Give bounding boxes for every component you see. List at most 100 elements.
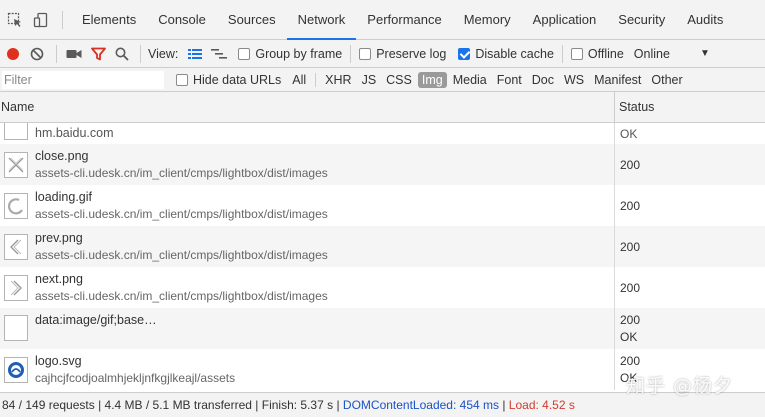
table-row[interactable]: data:image/gif;base… 200 OK	[0, 308, 765, 349]
large-rows-toggle[interactable]	[184, 41, 206, 67]
summary-separator: |	[251, 398, 262, 412]
filter-type-manifest[interactable]: Manifest	[590, 72, 645, 88]
table-row[interactable]: next.png assets-cli.udesk.cn/im_client/c…	[0, 267, 765, 308]
hide-data-urls-label: Hide data URLs	[193, 72, 282, 87]
toolbar-divider	[561, 44, 563, 63]
close-image-icon	[4, 151, 28, 178]
summary-separator: |	[94, 398, 105, 412]
clear-icon	[30, 47, 44, 60]
request-path: assets-cli.udesk.cn/im_client/cmps/light…	[35, 165, 328, 180]
filter-type-other[interactable]: Other	[647, 72, 686, 88]
group-by-frame-checkbox[interactable]	[238, 47, 251, 60]
filter-type-ws[interactable]: WS	[560, 72, 588, 88]
toolbar-divider	[350, 44, 352, 63]
tab-console[interactable]: Console	[147, 0, 217, 40]
request-name: logo.svg	[35, 353, 82, 368]
filter-type-font[interactable]: Font	[493, 72, 526, 88]
toolbar-divider	[315, 72, 317, 87]
filter-toggle-button[interactable]	[85, 41, 111, 67]
record-icon	[7, 47, 19, 60]
requests-count: 84 / 149 requests	[2, 398, 95, 412]
tab-sources[interactable]: Sources	[217, 0, 287, 40]
request-name: data:image/gif;base…	[35, 313, 157, 327]
disable-cache-checkbox[interactable]	[458, 47, 471, 60]
device-toolbar-icon[interactable]	[28, 7, 54, 33]
capture-screenshots-button[interactable]	[63, 41, 85, 67]
dom-content-loaded-time: DOMContentLoaded: 454 ms	[342, 398, 499, 412]
column-header-status[interactable]: Status	[614, 91, 654, 123]
finish-time: Finish: 5.37 s	[261, 398, 334, 412]
request-status: 200	[620, 198, 641, 213]
blank-image-icon	[4, 123, 28, 140]
request-name: loading.gif	[35, 189, 92, 204]
network-toolbar: View: Group by frame Preserve log Disabl…	[0, 40, 765, 68]
toolbar-divider	[56, 44, 57, 63]
request-status: 200	[620, 239, 641, 254]
request-name: prev.png	[35, 230, 83, 245]
request-path: assets-cli.udesk.cn/im_client/cmps/light…	[35, 288, 328, 303]
loading-image-icon	[4, 192, 28, 219]
request-path: assets-cli.udesk.cn/im_client/cmps/light…	[35, 247, 328, 262]
filter-type-all[interactable]: All	[288, 72, 310, 88]
request-status: OK	[620, 126, 638, 141]
filter-funnel-icon	[90, 47, 106, 60]
search-icon	[115, 47, 129, 61]
request-status: 200	[620, 280, 641, 295]
toolbar-divider	[140, 44, 141, 63]
table-row[interactable]: hm.baidu.com OK	[0, 123, 765, 144]
chevron-down-icon: ▼	[699, 48, 710, 59]
tab-performance[interactable]: Performance	[356, 0, 452, 40]
group-by-frame-label: Group by frame	[255, 46, 343, 61]
transferred-size: 4.4 MB / 5.1 MB transferred	[104, 398, 252, 412]
waterfall-icon	[211, 48, 228, 59]
preserve-log-checkbox[interactable]	[359, 47, 372, 60]
request-name: next.png	[35, 271, 83, 286]
offline-label: Offline	[587, 46, 624, 61]
tab-elements[interactable]: Elements	[71, 0, 147, 40]
request-name: hm.baidu.com	[35, 126, 114, 140]
tab-network[interactable]: Network	[286, 0, 357, 40]
watermark: 知乎 @杨夕	[626, 375, 734, 397]
clear-button[interactable]	[24, 41, 50, 67]
filter-type-xhr[interactable]: XHR	[321, 72, 355, 88]
throttling-value: Online	[633, 46, 670, 61]
tab-application[interactable]: Application	[522, 0, 608, 40]
blank-image-icon	[4, 315, 28, 341]
record-button[interactable]	[2, 41, 24, 67]
table-row[interactable]: close.png assets-cli.udesk.cn/im_client/…	[0, 144, 765, 185]
overview-toggle[interactable]	[206, 41, 232, 67]
table-row[interactable]: prev.png assets-cli.udesk.cn/im_client/c…	[0, 226, 765, 267]
list-view-icon	[188, 48, 203, 59]
tab-memory[interactable]: Memory	[453, 0, 522, 40]
load-time: Load: 4.52 s	[508, 398, 575, 412]
requests-table-body: hm.baidu.com OK close.png assets-cli.ude…	[0, 123, 765, 390]
devtools-tab-bar: Elements Console Sources Network Perform…	[0, 0, 765, 40]
preserve-log-label: Preserve log	[376, 46, 447, 61]
table-row[interactable]: loading.gif assets-cli.udesk.cn/im_clien…	[0, 185, 765, 226]
filter-input[interactable]	[2, 70, 164, 89]
filter-bar: Hide data URLs All XHR JS CSS Img Media …	[0, 68, 765, 92]
request-status: 200	[620, 353, 641, 368]
hide-data-urls-checkbox[interactable]	[176, 73, 188, 86]
offline-checkbox[interactable]	[570, 47, 583, 60]
request-status: 200	[620, 312, 641, 327]
inspect-element-icon[interactable]	[2, 7, 28, 33]
filter-type-css[interactable]: CSS	[382, 72, 416, 88]
tab-audits[interactable]: Audits	[676, 0, 734, 40]
summary-separator: |	[499, 398, 509, 412]
filter-type-js[interactable]: JS	[358, 72, 381, 88]
view-label: View:	[148, 46, 179, 61]
throttling-select[interactable]: Online ▼	[630, 47, 710, 61]
filter-type-doc[interactable]: Doc	[528, 72, 558, 88]
request-path: assets-cli.udesk.cn/im_client/cmps/light…	[35, 206, 328, 221]
video-camera-icon	[66, 49, 82, 58]
disable-cache-label: Disable cache	[475, 46, 554, 61]
filter-type-img[interactable]: Img	[417, 71, 447, 88]
request-status: 200	[620, 157, 641, 172]
column-header-name[interactable]: Name	[0, 100, 614, 114]
logo-image-icon	[4, 356, 28, 383]
tab-security[interactable]: Security	[607, 0, 676, 40]
filter-type-media[interactable]: Media	[449, 72, 491, 88]
search-button[interactable]	[111, 41, 133, 67]
request-name: close.png	[35, 148, 89, 163]
